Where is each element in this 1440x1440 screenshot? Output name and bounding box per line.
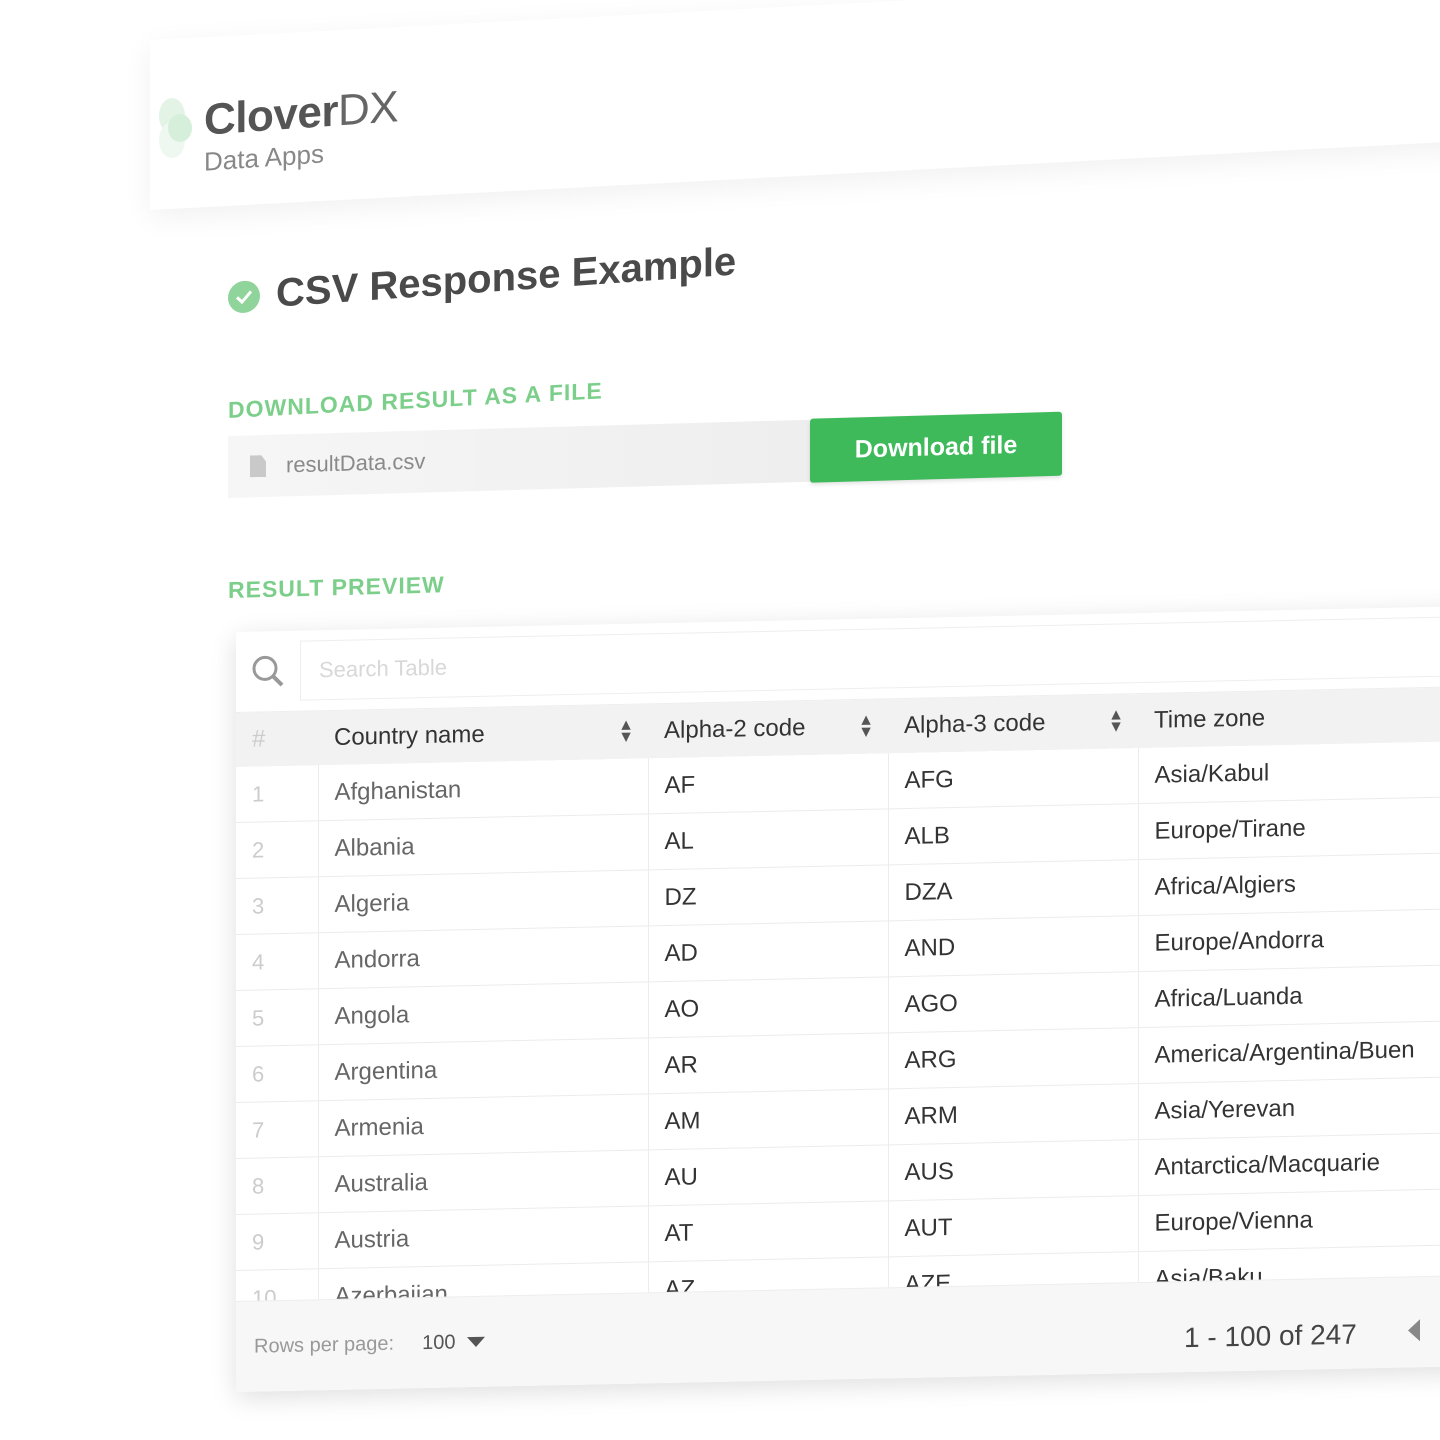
- cell-timezone: Africa/Algiers: [1138, 851, 1440, 916]
- cell-alpha2: AR: [648, 1032, 888, 1094]
- cell-country: Albania: [318, 813, 648, 877]
- cell-timezone: Asia/Kabul: [1138, 740, 1440, 804]
- cell-timezone: Europe/Andorra: [1138, 907, 1440, 972]
- cell-country: Afghanistan: [318, 758, 648, 821]
- cell-alpha3: ALB: [888, 803, 1138, 865]
- column-header-label: Alpha-2 code: [664, 714, 806, 745]
- chevron-down-icon[interactable]: [467, 1336, 486, 1348]
- cell-alpha3: AUT: [888, 1195, 1138, 1257]
- pagination-range: 1 - 100 of 247: [1184, 1318, 1357, 1354]
- file-icon: [250, 455, 266, 477]
- prev-page-icon[interactable]: [1408, 1319, 1420, 1342]
- column-header-label: Time zone: [1154, 704, 1266, 734]
- cell-alpha2: AF: [648, 753, 888, 814]
- cell-timezone: Asia/Yerevan: [1138, 1075, 1440, 1140]
- download-file-button[interactable]: Download file: [810, 411, 1062, 483]
- cell-index: 1: [236, 765, 318, 823]
- column-header-label: Alpha-3 code: [904, 709, 1046, 740]
- cell-country: Australia: [318, 1149, 648, 1213]
- search-icon: [236, 654, 300, 689]
- cell-alpha3: DZA: [888, 859, 1138, 921]
- result-table: # Country name ▲ ▼ Alpha-2 code ▲ ▼ Alpha-3 …: [236, 686, 1440, 1327]
- cell-country: Argentina: [318, 1037, 648, 1101]
- cell-alpha2: AD: [648, 920, 888, 982]
- preview-section-label: RESULT PREVIEW: [228, 571, 445, 603]
- brand-name: Clover: [204, 86, 338, 145]
- search-input[interactable]: [300, 615, 1440, 701]
- cell-timezone: America/Argentina/Buen: [1138, 1019, 1440, 1084]
- cell-alpha2: AM: [648, 1088, 888, 1150]
- cell-index: 2: [236, 820, 318, 879]
- cell-timezone: Antarctica/Macquarie: [1138, 1131, 1440, 1196]
- cell-index: 6: [236, 1044, 318, 1103]
- app-screen: CloverDX Data Apps CSV Response Example …: [0, 0, 1440, 1440]
- cell-index: 5: [236, 988, 318, 1047]
- cell-alpha2: AL: [648, 808, 888, 870]
- cell-timezone: Africa/Luanda: [1138, 963, 1440, 1028]
- cell-alpha3: AND: [888, 915, 1138, 977]
- page-title: CSV Response Example: [276, 239, 737, 316]
- cell-index: 9: [236, 1212, 318, 1271]
- column-header-alpha3[interactable]: Alpha-3 code ▲ ▼: [888, 694, 1138, 754]
- sort-icon[interactable]: ▲ ▼: [618, 717, 634, 746]
- rows-per-page-label: Rows per page:: [254, 1332, 395, 1358]
- cell-alpha2: DZ: [648, 864, 888, 926]
- cell-alpha3: AGO: [888, 971, 1138, 1033]
- brand-suffix: DX: [337, 82, 399, 136]
- clover-logo-icon: [150, 96, 194, 160]
- column-header-label: Country name: [334, 720, 485, 751]
- cell-index: 8: [236, 1156, 318, 1215]
- file-name-field: resultData.csv: [228, 419, 810, 498]
- cell-alpha2: AO: [648, 976, 888, 1038]
- sort-icon[interactable]: ▲ ▼: [1108, 706, 1124, 735]
- column-header-timezone[interactable]: Time zone: [1138, 686, 1440, 749]
- cell-country: Algeria: [318, 869, 648, 933]
- column-header-country[interactable]: Country name ▲ ▼: [318, 704, 648, 766]
- cell-alpha3: AUS: [888, 1139, 1138, 1201]
- cell-timezone: Europe/Vienna: [1138, 1187, 1440, 1252]
- cell-timezone: Europe/Tirane: [1138, 795, 1440, 860]
- download-row: resultData.csv Download file: [228, 411, 1062, 499]
- result-table-card: # Country name ▲▼ Alpha-2 code ▲▼ Alpha-3 …: [236, 605, 1440, 1392]
- logo: CloverDX Data Apps: [150, 82, 398, 177]
- cell-country: Armenia: [318, 1093, 648, 1157]
- cell-country: Andorra: [318, 925, 648, 989]
- cell-alpha3: AFG: [888, 748, 1138, 809]
- column-header-alpha2[interactable]: Alpha-2 code ▲ ▼: [648, 699, 888, 759]
- check-circle-icon: [228, 279, 260, 314]
- cell-index: 3: [236, 876, 318, 935]
- cell-country: Angola: [318, 981, 648, 1045]
- cell-alpha2: AU: [648, 1144, 888, 1206]
- download-section-label: DOWNLOAD RESULT AS A FILE: [228, 377, 603, 423]
- title-row: CSV Response Example: [228, 239, 736, 320]
- cell-alpha3: ARG: [888, 1027, 1138, 1089]
- file-name: resultData.csv: [286, 448, 426, 478]
- cell-index: 7: [236, 1100, 318, 1159]
- column-header-index: #: [236, 711, 318, 767]
- cell-country: Austria: [318, 1205, 648, 1269]
- rows-per-page-select[interactable]: 100: [422, 1331, 455, 1355]
- cell-alpha3: ARM: [888, 1083, 1138, 1145]
- sort-icon[interactable]: ▲ ▼: [858, 712, 874, 741]
- cell-alpha2: AT: [648, 1200, 888, 1262]
- cell-index: 4: [236, 932, 318, 991]
